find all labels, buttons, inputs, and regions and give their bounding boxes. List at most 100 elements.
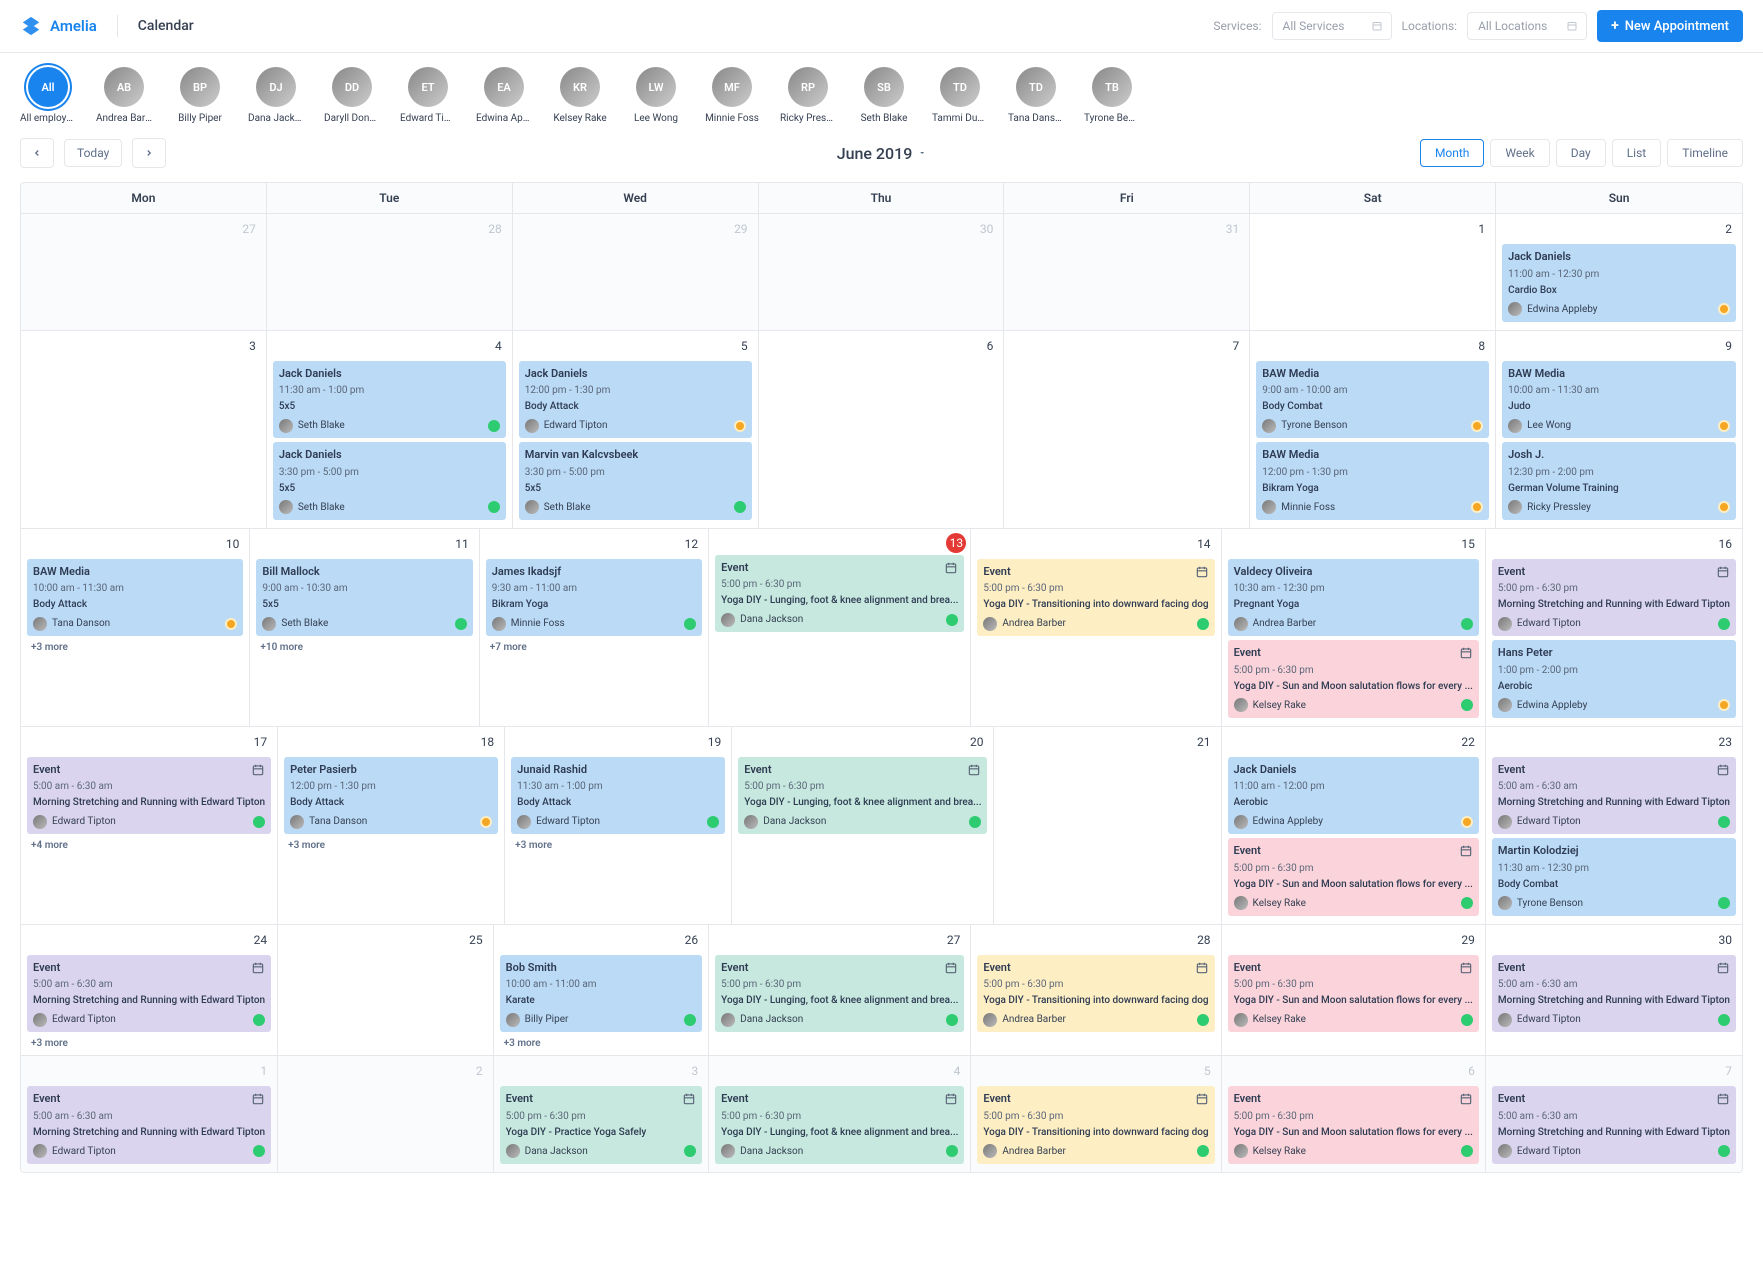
more-link[interactable]: +3 more <box>498 1036 705 1051</box>
appointment-card[interactable]: Event5:00 pm - 6:30 pmYoga DIY - Lunging… <box>715 1086 964 1164</box>
employee-item[interactable]: ETEdward Tipton <box>400 67 456 124</box>
calendar-day[interactable]: 6Event5:00 pm - 6:30 pmYoga DIY - Sun an… <box>1222 1056 1486 1172</box>
appointment-card[interactable]: Event5:00 am - 6:30 amMorning Stretching… <box>1492 1086 1736 1164</box>
appointment-card[interactable]: Event5:00 am - 6:30 amMorning Stretching… <box>27 757 271 835</box>
appointment-card[interactable]: Event5:00 pm - 6:30 pmYoga DIY - Lunging… <box>715 955 964 1033</box>
calendar-day[interactable]: 27Event5:00 pm - 6:30 pmYoga DIY - Lungi… <box>709 925 971 1056</box>
calendar-day[interactable]: 7Event5:00 am - 6:30 amMorning Stretchin… <box>1486 1056 1742 1172</box>
calendar-day[interactable]: 3 <box>21 331 267 528</box>
appointment-card[interactable]: Event5:00 pm - 6:30 pmYoga DIY - Transit… <box>977 559 1214 637</box>
employee-item[interactable]: TBTyrone Benson <box>1084 67 1140 124</box>
calendar-day[interactable]: 1Event5:00 am - 6:30 amMorning Stretchin… <box>21 1056 278 1172</box>
appointment-card[interactable]: BAW Media10:00 am - 11:30 amBody AttackT… <box>27 559 243 637</box>
appointment-card[interactable]: Event5:00 pm - 6:30 pmYoga DIY - Sun and… <box>1228 838 1479 916</box>
calendar-day[interactable]: 17Event5:00 am - 6:30 amMorning Stretchi… <box>21 727 278 924</box>
appointment-card[interactable]: Event5:00 pm - 6:30 pmYoga DIY - Sun and… <box>1228 1086 1479 1164</box>
appointment-card[interactable]: Jack Daniels11:00 am - 12:30 pmCardio Bo… <box>1502 244 1736 322</box>
employee-item[interactable]: TDTammi Dukes <box>932 67 988 124</box>
appointment-card[interactable]: Valdecy Oliveira10:30 am - 12:30 pmPregn… <box>1228 559 1479 637</box>
appointment-card[interactable]: Jack Daniels11:00 am - 12:00 pmAerobicEd… <box>1228 757 1479 835</box>
appointment-card[interactable]: BAW Media9:00 am - 10:00 amBody CombatTy… <box>1256 361 1489 439</box>
calendar-day[interactable]: 2 <box>278 1056 494 1172</box>
calendar-day[interactable]: 5Jack Daniels12:00 pm - 1:30 pmBody Atta… <box>513 331 759 528</box>
calendar-day[interactable]: 30Event5:00 am - 6:30 amMorning Stretchi… <box>1486 925 1742 1056</box>
appointment-card[interactable]: BAW Media10:00 am - 11:30 amJudoLee Wong <box>1502 361 1736 439</box>
employee-item[interactable]: EAEdwina Appl... <box>476 67 532 124</box>
today-button[interactable]: Today <box>64 139 122 167</box>
calendar-day[interactable]: 29Event5:00 pm - 6:30 pmYoga DIY - Sun a… <box>1222 925 1486 1056</box>
calendar-day[interactable]: 4Event5:00 pm - 6:30 pmYoga DIY - Lungin… <box>709 1056 971 1172</box>
appointment-card[interactable]: Jack Daniels11:30 am - 1:00 pm5x5Seth Bl… <box>273 361 506 439</box>
calendar-day[interactable]: 28 <box>267 214 513 330</box>
view-tab-list[interactable]: List <box>1612 139 1662 167</box>
calendar-day[interactable]: 5Event5:00 pm - 6:30 pmYoga DIY - Transi… <box>971 1056 1221 1172</box>
employee-item[interactable]: TDTana Danson <box>1008 67 1064 124</box>
brand-logo[interactable]: Amelia <box>20 15 97 37</box>
calendar-day[interactable]: 13Event5:00 pm - 6:30 pmYoga DIY - Lungi… <box>709 529 971 726</box>
appointment-card[interactable]: Event5:00 pm - 6:30 pmYoga DIY - Sun and… <box>1228 955 1479 1033</box>
appointment-card[interactable]: Event5:00 pm - 6:30 pmYoga DIY - Lunging… <box>738 757 987 835</box>
calendar-day[interactable]: 8BAW Media9:00 am - 10:00 amBody CombatT… <box>1250 331 1496 528</box>
appointment-card[interactable]: Jack Daniels3:30 pm - 5:00 pm5x5Seth Bla… <box>273 442 506 520</box>
appointment-card[interactable]: Marvin van Kalcvsbeek3:30 pm - 5:00 pm5x… <box>519 442 752 520</box>
calendar-day[interactable]: 21 <box>994 727 1221 924</box>
calendar-day[interactable]: 29 <box>513 214 759 330</box>
calendar-day[interactable]: 10BAW Media10:00 am - 11:30 amBody Attac… <box>21 529 250 726</box>
more-link[interactable]: +4 more <box>25 838 273 853</box>
appointment-card[interactable]: Event5:00 am - 6:30 amMorning Stretching… <box>27 1086 271 1164</box>
calendar-day[interactable]: 23Event5:00 am - 6:30 amMorning Stretchi… <box>1486 727 1742 924</box>
calendar-day[interactable]: 31 <box>1004 214 1250 330</box>
calendar-day[interactable]: 1 <box>1250 214 1496 330</box>
appointment-card[interactable]: James Ikadsjf9:30 am - 11:00 amBikram Yo… <box>486 559 702 637</box>
more-link[interactable]: +3 more <box>25 640 245 655</box>
appointment-card[interactable]: Event5:00 pm - 6:30 pmYoga DIY - Transit… <box>977 955 1214 1033</box>
employee-item[interactable]: RPRicky Pressley <box>780 67 836 124</box>
calendar-day[interactable]: 27 <box>21 214 267 330</box>
calendar-day[interactable]: 25 <box>278 925 494 1056</box>
calendar-day[interactable]: 2Jack Daniels11:00 am - 12:30 pmCardio B… <box>1496 214 1742 330</box>
appointment-card[interactable]: BAW Media12:00 pm - 1:30 pmBikram YogaMi… <box>1256 442 1489 520</box>
more-link[interactable]: +3 more <box>509 838 727 853</box>
employee-item[interactable]: MFMinnie Foss <box>704 67 760 124</box>
calendar-day[interactable]: 4Jack Daniels11:30 am - 1:00 pm5x5Seth B… <box>267 331 513 528</box>
calendar-day[interactable]: 15Valdecy Oliveira10:30 am - 12:30 pmPre… <box>1222 529 1486 726</box>
next-button[interactable] <box>132 138 166 168</box>
view-tab-month[interactable]: Month <box>1420 139 1484 167</box>
calendar-day[interactable]: 22Jack Daniels11:00 am - 12:00 pmAerobic… <box>1222 727 1486 924</box>
employee-item[interactable]: BPBilly Piper <box>172 67 228 124</box>
calendar-day[interactable]: 26Bob Smith10:00 am - 11:00 amKarateBill… <box>494 925 710 1056</box>
calendar-day[interactable]: 18Peter Pasierb12:00 pm - 1:30 pmBody At… <box>278 727 505 924</box>
more-link[interactable]: +3 more <box>282 838 500 853</box>
appointment-card[interactable]: Event5:00 am - 6:30 amMorning Stretching… <box>27 955 271 1033</box>
appointment-card[interactable]: Hans Peter1:00 pm - 2:00 pmAerobicEdwina… <box>1492 640 1736 718</box>
calendar-day[interactable]: 11Bill Mallock9:00 am - 10:30 am5x5Seth … <box>250 529 479 726</box>
appointment-card[interactable]: Event5:00 am - 6:30 amMorning Stretching… <box>1492 757 1736 835</box>
employee-item[interactable]: KRKelsey Rake <box>552 67 608 124</box>
calendar-day[interactable]: 19Junaid Rashid11:30 am - 1:00 pmBody At… <box>505 727 732 924</box>
locations-select[interactable]: All Locations <box>1467 12 1587 40</box>
appointment-card[interactable]: Bob Smith10:00 am - 11:00 amKarateBilly … <box>500 955 703 1033</box>
calendar-day[interactable]: 7 <box>1004 331 1250 528</box>
prev-button[interactable] <box>20 138 54 168</box>
employee-item[interactable]: DJDana Jackson <box>248 67 304 124</box>
appointment-card[interactable]: Junaid Rashid11:30 am - 1:00 pmBody Atta… <box>511 757 725 835</box>
calendar-day[interactable]: 12James Ikadsjf9:30 am - 11:00 amBikram … <box>480 529 709 726</box>
employee-item[interactable]: AllAll employees <box>20 67 76 124</box>
more-link[interactable]: +7 more <box>484 640 704 655</box>
view-tab-week[interactable]: Week <box>1490 139 1549 167</box>
calendar-day[interactable]: 28Event5:00 pm - 6:30 pmYoga DIY - Trans… <box>971 925 1221 1056</box>
calendar-day[interactable]: 16Event5:00 pm - 6:30 pmMorning Stretchi… <box>1486 529 1742 726</box>
appointment-card[interactable]: Martin Kolodziej11:30 am - 12:30 pmBody … <box>1492 838 1736 916</box>
calendar-day[interactable]: 20Event5:00 pm - 6:30 pmYoga DIY - Lungi… <box>732 727 994 924</box>
appointment-card[interactable]: Bill Mallock9:00 am - 10:30 am5x5Seth Bl… <box>256 559 472 637</box>
more-link[interactable]: +10 more <box>254 640 474 655</box>
appointment-card[interactable]: Event5:00 pm - 6:30 pmYoga DIY - Practic… <box>500 1086 703 1164</box>
calendar-day[interactable]: 3Event5:00 pm - 6:30 pmYoga DIY - Practi… <box>494 1056 710 1172</box>
new-appointment-button[interactable]: + New Appointment <box>1597 10 1743 42</box>
services-select[interactable]: All Services <box>1272 12 1392 40</box>
calendar-day[interactable]: 14Event5:00 pm - 6:30 pmYoga DIY - Trans… <box>971 529 1221 726</box>
appointment-card[interactable]: Event5:00 pm - 6:30 pmYoga DIY - Transit… <box>977 1086 1214 1164</box>
calendar-day[interactable]: 24Event5:00 am - 6:30 amMorning Stretchi… <box>21 925 278 1056</box>
appointment-card[interactable]: Event5:00 pm - 6:30 pmYoga DIY - Sun and… <box>1228 640 1479 718</box>
appointment-card[interactable]: Event5:00 am - 6:30 amMorning Stretching… <box>1492 955 1736 1033</box>
